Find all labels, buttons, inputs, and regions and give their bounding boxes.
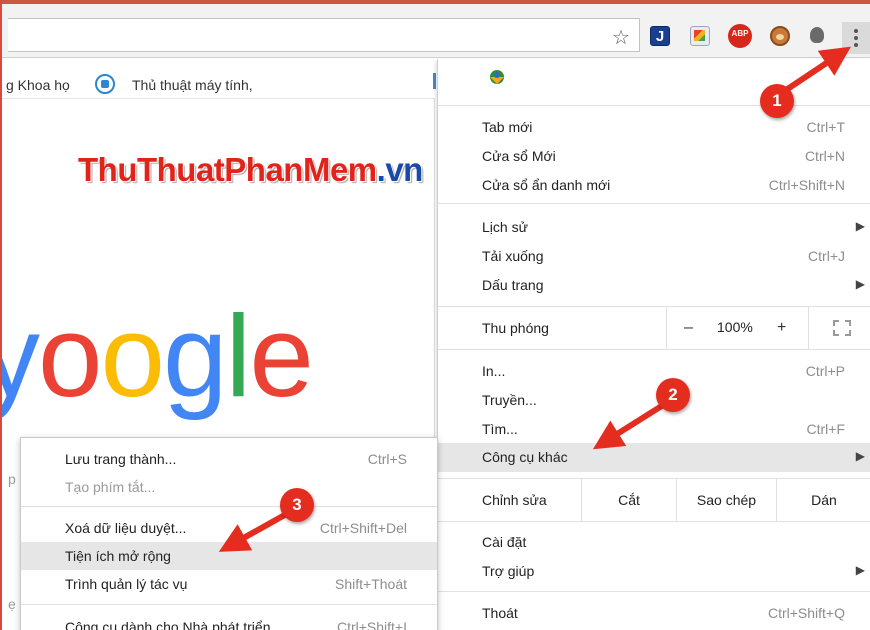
menu-separator: [438, 203, 870, 204]
menu-edit-row: Chỉnh sửa Cắt Sao chép Dán: [438, 479, 870, 521]
lightbulb-icon[interactable]: [810, 27, 824, 43]
menu-item-print[interactable]: In... Ctrl+P: [438, 357, 870, 385]
zoom-out-button[interactable]: –: [684, 319, 693, 337]
address-bar[interactable]: [8, 18, 640, 52]
watermark-suffix: .vn: [376, 151, 424, 188]
menu-item-history[interactable]: Lịch sử ▶: [438, 213, 870, 241]
menu-separator: [438, 349, 870, 350]
page-edge-text: p: [8, 471, 16, 487]
menu-item-more-tools[interactable]: Công cụ khác ▶: [438, 443, 870, 472]
chrome-main-menu: Tab mới Ctrl+T Cửa sổ Mới Ctrl+N Cửa sổ ẩn…: [437, 59, 870, 630]
watermark-main: ThuThuatPhanMem: [78, 151, 377, 188]
page-edge-text: ẹ: [8, 596, 16, 612]
menu-item-find[interactable]: Tìm... Ctrl+F: [438, 415, 870, 443]
submenu-arrow-icon: ▶: [855, 219, 865, 233]
google-letter: o: [100, 291, 166, 421]
submenu-separator: [21, 604, 437, 605]
submenu-arrow-icon: ▶: [855, 277, 865, 291]
menu-separator: [438, 521, 870, 522]
google-letter: g: [163, 291, 228, 421]
menu-item-help[interactable]: Trợ giúp ▶: [438, 557, 870, 585]
submenu-item-task-manager[interactable]: Trình quản lý tác vụ Shift+Thoát: [21, 570, 437, 598]
menu-dot-icon: [854, 29, 858, 33]
google-letter: l: [225, 291, 252, 421]
zoom-label: Thu phóng: [482, 320, 549, 336]
menu-item-bookmarks[interactable]: Dấu trang ▶: [438, 271, 870, 299]
browser-toolbar: ☆ J ABP: [0, 4, 870, 58]
zoom-controls: – 100% +: [666, 307, 870, 349]
pdf-extension-icon[interactable]: [690, 26, 710, 46]
menu-item-exit[interactable]: Thoát Ctrl+Shift+Q: [438, 599, 870, 627]
submenu-arrow-icon: ▶: [855, 563, 865, 577]
zoom-level: 100%: [717, 319, 753, 335]
menu-item-new-window[interactable]: Cửa sổ Mới Ctrl+N: [438, 142, 870, 170]
submenu-item-developer-tools[interactable]: Công cụ dành cho Nhà phát triển Ctrl+Shif…: [21, 613, 437, 630]
j-extension-icon[interactable]: J: [650, 26, 670, 46]
chrome-menu-button[interactable]: [842, 22, 870, 54]
google-letter: y: [0, 291, 40, 421]
bookmark-item[interactable]: Thủ thuật máy tính,: [132, 77, 253, 93]
submenu-arrow-icon: ▶: [855, 449, 865, 463]
bookmark-star-icon[interactable]: ☆: [612, 25, 630, 50]
annotation-badge: 2: [656, 378, 690, 412]
cut-button[interactable]: Cắt: [581, 479, 676, 521]
menu-separator: [438, 105, 870, 106]
edit-label: Chỉnh sửa: [482, 492, 547, 508]
browser-window: ☆ J ABP g Khoa họ Thủ thuật máy tính, Th…: [0, 0, 870, 630]
fullscreen-button[interactable]: [808, 307, 870, 349]
bookmark-item[interactable]: g Khoa họ: [6, 77, 70, 93]
submenu-item-clear-browsing-data[interactable]: Xoá dữ liệu duyệt... Ctrl+Shift+Del: [21, 514, 437, 542]
adblock-plus-icon[interactable]: ABP: [728, 24, 752, 48]
more-tools-submenu: Lưu trang thành... Ctrl+S Tạo phím tắt...…: [20, 437, 438, 630]
submenu-item-save-page[interactable]: Lưu trang thành... Ctrl+S: [21, 445, 437, 473]
menu-dot-icon: [854, 43, 858, 47]
annotation-badge: 3: [280, 488, 314, 522]
zoom-in-button[interactable]: +: [777, 319, 786, 337]
tampermonkey-icon[interactable]: [770, 26, 790, 46]
submenu-item-extensions[interactable]: Tiện ích mở rộng: [21, 542, 437, 570]
bookmarks-bar: g Khoa họ Thủ thuật máy tính,: [2, 59, 436, 99]
menu-item-incognito[interactable]: Cửa sổ ẩn danh mới Ctrl+Shift+N: [438, 171, 870, 199]
bookmark-overflow[interactable]: [433, 73, 436, 89]
menu-zoom-row: Thu phóng – 100% +: [438, 307, 870, 349]
window-left-border: [0, 0, 2, 630]
idm-extension-icon[interactable]: [486, 69, 508, 85]
google-letter: o: [38, 291, 103, 421]
copy-button[interactable]: Sao chép: [676, 479, 776, 521]
annotation-badge: 1: [760, 84, 794, 118]
submenu-separator: [21, 506, 437, 507]
google-logo: yoogle: [0, 289, 314, 423]
menu-dot-icon: [854, 36, 858, 40]
paste-button[interactable]: Dán: [776, 479, 870, 521]
google-letter: e: [249, 291, 314, 421]
fullscreen-icon: [833, 320, 851, 336]
menu-item-downloads[interactable]: Tải xuống Ctrl+J: [438, 242, 870, 270]
windows-logo-icon: [95, 74, 115, 94]
menu-item-cast[interactable]: Truyền...: [438, 386, 870, 414]
menu-item-settings[interactable]: Cài đặt: [438, 528, 870, 556]
watermark-logo: ThuThuatPhanMem.vn: [78, 151, 423, 189]
menu-separator: [438, 591, 870, 592]
menu-item-new-tab[interactable]: Tab mới Ctrl+T: [438, 113, 870, 141]
submenu-item-create-shortcut: Tạo phím tắt...: [65, 479, 156, 495]
